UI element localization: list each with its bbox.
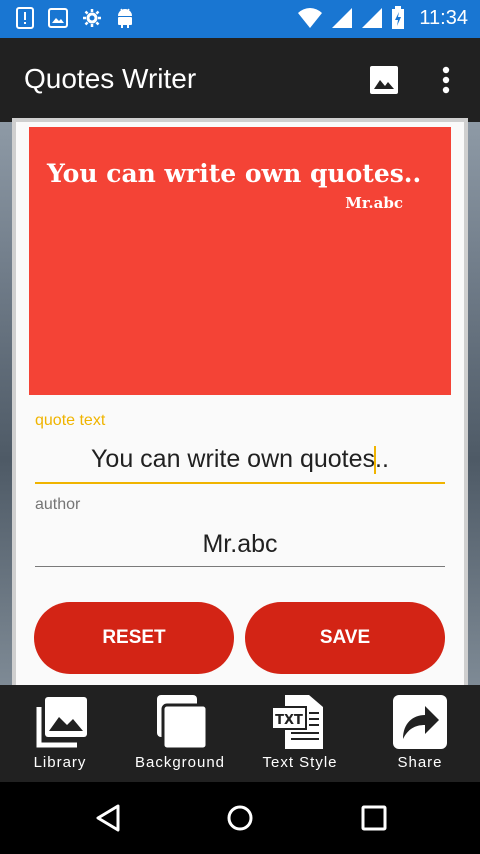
app-title: Quotes Writer — [24, 63, 197, 94]
quote-input-text-end: .. — [375, 445, 389, 473]
bottom-toolbar: Library Background TXT Text Style Share — [0, 685, 480, 782]
background-button[interactable]: Background — [122, 685, 238, 782]
author-input[interactable]: Mr.abc — [35, 530, 445, 559]
quote-preview: You can write own quotes.. Mr.abc — [29, 127, 451, 395]
quote-input[interactable]: You can write own quotes.. — [35, 445, 445, 475]
app-bar: Quotes Writer — [0, 38, 480, 122]
content-area: You can write own quotes.. Mr.abc quote … — [0, 122, 480, 685]
library-button[interactable]: Library — [20, 685, 100, 782]
quote-field-label: quote text — [35, 412, 106, 429]
settings-icon — [83, 9, 101, 27]
share-icon — [393, 695, 447, 749]
image-icon[interactable] — [368, 64, 400, 96]
quote-input-underline — [35, 482, 445, 484]
author-input-underline — [35, 566, 445, 567]
preview-quote-text: You can write own quotes.. — [47, 159, 422, 188]
home-icon[interactable] — [224, 802, 256, 834]
status-bar: 11:34 — [0, 0, 480, 38]
more-vert-icon[interactable] — [436, 64, 456, 96]
author-field-label: author — [35, 496, 81, 513]
android-icon — [118, 8, 132, 28]
status-time: 11:34 — [419, 6, 468, 29]
navigation-bar — [0, 782, 480, 854]
quote-input-text: You can write own quotes — [91, 445, 376, 473]
signal-icon — [362, 8, 383, 28]
txt-icon-text: TXT — [275, 713, 303, 728]
txt-file-icon: TXT — [271, 695, 323, 749]
text-style-label: Text Style — [262, 754, 338, 771]
photo-library-icon — [36, 697, 87, 748]
alert-icon — [16, 7, 34, 29]
editor-card: You can write own quotes.. Mr.abc quote … — [16, 122, 464, 685]
recent-apps-icon[interactable] — [358, 802, 390, 834]
library-label: Library — [33, 754, 87, 771]
save-button[interactable]: SAVE — [245, 602, 445, 674]
image-icon — [48, 8, 68, 28]
wifi-icon — [298, 8, 323, 28]
share-label: Share — [397, 754, 443, 771]
battery-charging-icon — [392, 6, 405, 29]
signal-icon — [332, 8, 353, 28]
text-style-button[interactable]: TXT Text Style — [252, 685, 348, 782]
preview-author-text: Mr.abc — [345, 194, 403, 212]
layers-icon — [157, 695, 209, 751]
share-button[interactable]: Share — [380, 685, 460, 782]
background-label: Background — [134, 754, 226, 771]
back-icon[interactable] — [92, 802, 124, 834]
reset-button[interactable]: RESET — [34, 602, 234, 674]
